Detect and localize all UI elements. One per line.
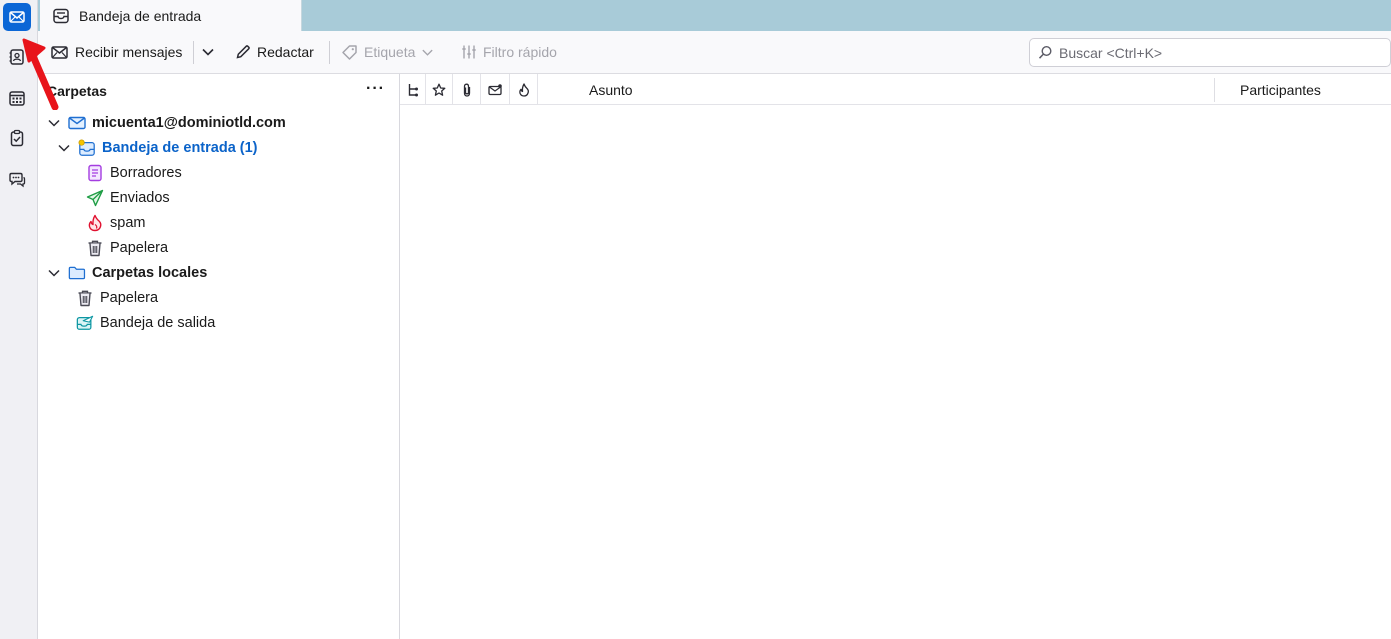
thunderbird-window: Bandeja de entrada Recibir mensajes Reda… xyxy=(0,0,1391,639)
participants-column-header[interactable]: Participantes xyxy=(1240,74,1321,105)
folder-pane-header: Carpetas ··· xyxy=(38,74,399,108)
write-button[interactable]: Redactar xyxy=(235,40,314,64)
local-trash-label: Papelera xyxy=(100,289,159,306)
quick-filter-button[interactable]: Filtro rápido xyxy=(461,40,557,64)
account-mail-icon xyxy=(68,114,86,132)
column-divider[interactable] xyxy=(1214,78,1215,102)
thread-tree-icon xyxy=(408,83,418,96)
folder-row-account[interactable]: micuenta1@dominiotld.com xyxy=(46,110,286,135)
sent-label: Enviados xyxy=(110,189,170,206)
mail-space-button[interactable] xyxy=(3,3,31,31)
folder-row-local-trash[interactable]: Papelera xyxy=(76,285,158,310)
outbox-label: Bandeja de salida xyxy=(100,314,216,331)
folder-row-outbox[interactable]: Bandeja de salida xyxy=(76,310,215,335)
local-folders-label: Carpetas locales xyxy=(92,264,208,281)
folder-row-spam[interactable]: spam xyxy=(86,210,145,235)
trash-label: Papelera xyxy=(110,239,169,256)
unread-mail-icon xyxy=(488,83,502,95)
filter-sliders-icon xyxy=(462,45,476,59)
spam-flame-icon xyxy=(86,214,104,232)
tasks-clipboard-icon xyxy=(10,129,24,147)
tag-button[interactable]: Etiqueta xyxy=(341,40,434,64)
pencil-icon xyxy=(236,45,250,59)
mail-icon xyxy=(9,11,25,23)
folder-pane-more-button[interactable]: ··· xyxy=(366,80,385,98)
inbox-label: Bandeja de entrada (1) xyxy=(102,139,258,156)
folder-row-trash[interactable]: Papelera xyxy=(86,235,168,260)
drafts-icon xyxy=(86,164,104,182)
inbox-tray-icon xyxy=(53,8,69,23)
spam-label: spam xyxy=(110,214,146,231)
folder-row-local-folders[interactable]: Carpetas locales xyxy=(46,260,207,285)
tag-icon xyxy=(342,44,357,60)
outbox-icon xyxy=(76,314,94,332)
chevron-down-icon xyxy=(422,49,434,56)
tasks-space-button[interactable] xyxy=(3,124,31,152)
subject-column-header[interactable]: Asunto xyxy=(589,74,633,105)
unread-column-button[interactable] xyxy=(481,74,510,105)
tag-label: Etiqueta xyxy=(364,44,416,60)
account-name: micuenta1@dominiotld.com xyxy=(92,114,286,131)
get-messages-label: Recibir mensajes xyxy=(75,44,183,60)
annotation-arrow-icon xyxy=(22,38,59,110)
chat-space-button[interactable] xyxy=(3,166,31,194)
folder-icon xyxy=(68,264,86,282)
paperclip-icon xyxy=(463,83,470,97)
attachment-column-button[interactable] xyxy=(453,74,481,105)
trash-icon xyxy=(76,289,94,307)
search-icon xyxy=(1038,45,1052,59)
thread-column-header: Asunto Participantes xyxy=(400,74,1391,105)
toolbar-separator xyxy=(329,41,330,64)
tab-label: Bandeja de entrada xyxy=(79,7,202,24)
star-icon xyxy=(432,83,446,96)
chat-bubbles-icon xyxy=(9,172,26,188)
folder-row-sent[interactable]: Enviados xyxy=(86,185,170,210)
drafts-label: Borradores xyxy=(110,164,182,181)
sent-paper-plane-icon xyxy=(86,189,104,207)
junk-flame-icon xyxy=(518,82,529,97)
tab-strip: Bandeja de entrada xyxy=(38,0,1391,31)
trash-icon xyxy=(86,239,104,257)
search-box[interactable] xyxy=(1029,38,1391,67)
twisty-icon[interactable] xyxy=(46,266,62,280)
get-messages-button[interactable]: Recibir mensajes xyxy=(51,40,182,64)
folder-pane: Carpetas ··· micuenta1@dominiotld.com Ba… xyxy=(38,74,400,639)
starred-column-button[interactable] xyxy=(426,74,453,105)
junk-status-column-button[interactable] xyxy=(510,74,538,105)
tab-inbox[interactable]: Bandeja de entrada xyxy=(40,0,302,31)
search-input[interactable] xyxy=(1059,44,1359,61)
chevron-down-icon xyxy=(202,48,214,56)
twisty-icon[interactable] xyxy=(46,116,62,130)
thread-column-button[interactable] xyxy=(400,74,426,105)
toolbar-separator xyxy=(193,41,194,64)
twisty-icon[interactable] xyxy=(56,141,72,155)
write-label: Redactar xyxy=(257,44,314,60)
folder-row-drafts[interactable]: Borradores xyxy=(86,160,182,185)
quick-filter-label: Filtro rápido xyxy=(483,44,557,60)
thread-pane: Asunto Participantes xyxy=(400,74,1391,639)
inbox-folder-icon xyxy=(78,139,96,157)
folder-row-inbox[interactable]: Bandeja de entrada (1) xyxy=(56,135,258,160)
get-messages-dropdown-button[interactable] xyxy=(201,40,215,64)
mail-toolbar: Recibir mensajes Redactar Etiqueta Filtr… xyxy=(38,31,1391,74)
